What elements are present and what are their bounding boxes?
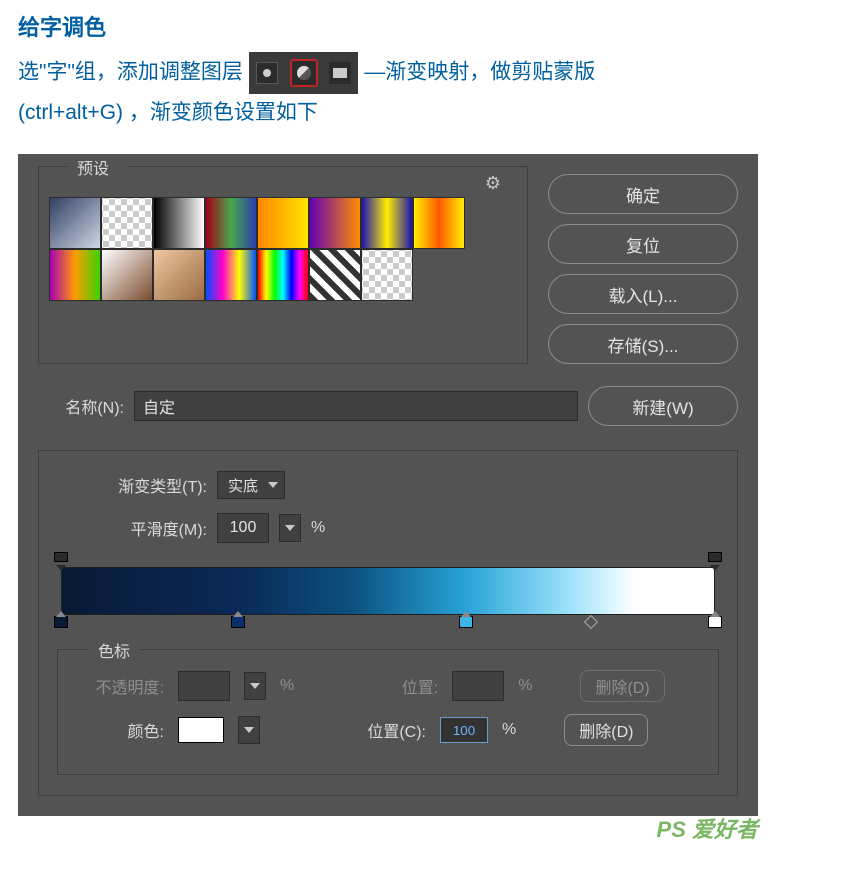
smoothness-label: 平滑度(M):	[57, 516, 207, 540]
percent-2: %	[518, 677, 532, 695]
preset-swatch-grid	[39, 191, 527, 307]
article-line2: (ctrl+alt+G) ，渐变颜色设置如下	[18, 101, 318, 124]
color-stop[interactable]	[459, 616, 473, 632]
color-stop[interactable]	[54, 616, 68, 632]
gradient-editor-dialog: 预设 ⚙ 确定 复位 载入(L)... 存储(S)... 名称(N): 新建(W…	[18, 154, 758, 816]
position-label-1: 位置:	[348, 674, 438, 698]
preset-swatch[interactable]	[153, 249, 205, 301]
color-stop[interactable]	[231, 616, 245, 632]
gradient-section: 渐变类型(T): 实底 平滑度(M): % 色标 不透明度: % 位置:	[38, 450, 738, 796]
gradient-bar-area[interactable]	[61, 567, 715, 615]
gradient-bar[interactable]	[61, 567, 715, 615]
chevron-down-icon	[268, 482, 278, 488]
article-body: 选"字"组，添加调整图层 —渐变映射，做剪贴蒙版 (ctrl+alt+G) ，渐…	[18, 52, 842, 132]
name-label: 名称(N):	[38, 394, 124, 418]
preset-swatch[interactable]	[101, 249, 153, 301]
percent-3: %	[502, 721, 516, 739]
adjustment-layer-icon	[290, 59, 318, 87]
presets-panel: 预设 ⚙	[38, 166, 528, 364]
preset-swatch[interactable]	[257, 197, 309, 249]
gradient-type-value: 实底	[228, 475, 258, 496]
opacity-stepper	[244, 672, 266, 700]
preset-swatch[interactable]	[413, 197, 465, 249]
preset-swatch[interactable]	[49, 249, 101, 301]
percent-label: %	[311, 519, 325, 537]
delete-button-2[interactable]: 删除(D)	[564, 714, 648, 746]
midpoint-stop[interactable]	[584, 615, 598, 629]
smoothness-input[interactable]	[217, 513, 269, 543]
preset-swatch[interactable]	[309, 197, 361, 249]
stops-panel: 色标 不透明度: % 位置: % 删除(D) 颜色: 位置(C):	[57, 649, 719, 775]
save-button[interactable]: 存储(S)...	[548, 324, 738, 364]
new-button[interactable]: 新建(W)	[588, 386, 738, 426]
stops-legend: 色标	[88, 638, 140, 662]
fill-layer-icon	[256, 62, 278, 84]
color-stop[interactable]	[708, 616, 722, 632]
name-input[interactable]	[134, 391, 578, 421]
percent-1: %	[280, 677, 294, 695]
article-line1a: 选"字"组，添加调整图层	[18, 61, 243, 84]
preset-swatch[interactable]	[205, 197, 257, 249]
delete-button-1: 删除(D)	[580, 670, 664, 702]
preset-swatch[interactable]	[361, 249, 413, 301]
gradient-type-select[interactable]: 实底	[217, 471, 285, 499]
smoothness-stepper[interactable]	[279, 514, 301, 542]
opacity-label: 不透明度:	[74, 674, 164, 698]
opacity-input	[178, 671, 230, 701]
opacity-stop[interactable]	[54, 552, 68, 566]
chevron-down-icon	[244, 727, 254, 733]
position-c-input[interactable]	[440, 717, 488, 743]
preset-swatch[interactable]	[101, 197, 153, 249]
preset-swatch[interactable]	[205, 249, 257, 301]
color-stepper[interactable]	[238, 716, 260, 744]
position-c-label: 位置(C):	[336, 718, 426, 742]
inline-toolbar-image	[249, 52, 359, 94]
load-button[interactable]: 载入(L)...	[548, 274, 738, 314]
color-label: 颜色:	[74, 718, 164, 742]
ok-button[interactable]: 确定	[548, 174, 738, 214]
article-title: 给字调色	[18, 10, 842, 42]
chevron-down-icon	[250, 683, 260, 689]
preset-swatch[interactable]	[49, 197, 101, 249]
preset-swatch[interactable]	[257, 249, 309, 301]
preset-swatch[interactable]	[153, 197, 205, 249]
group-icon	[329, 62, 351, 84]
preset-swatch[interactable]	[361, 197, 413, 249]
position-input-1	[452, 671, 504, 701]
preset-swatch[interactable]	[309, 249, 361, 301]
reset-button[interactable]: 复位	[548, 224, 738, 264]
presets-label: 预设	[67, 155, 127, 179]
article-line1b: —渐变映射，做剪贴蒙版	[364, 61, 595, 84]
chevron-down-icon	[285, 525, 295, 531]
gradient-type-label: 渐变类型(T):	[57, 473, 207, 497]
gear-icon[interactable]: ⚙	[485, 173, 501, 194]
opacity-stop[interactable]	[708, 552, 722, 566]
color-swatch[interactable]	[178, 717, 224, 743]
watermark: PS 爱好者	[657, 812, 758, 844]
